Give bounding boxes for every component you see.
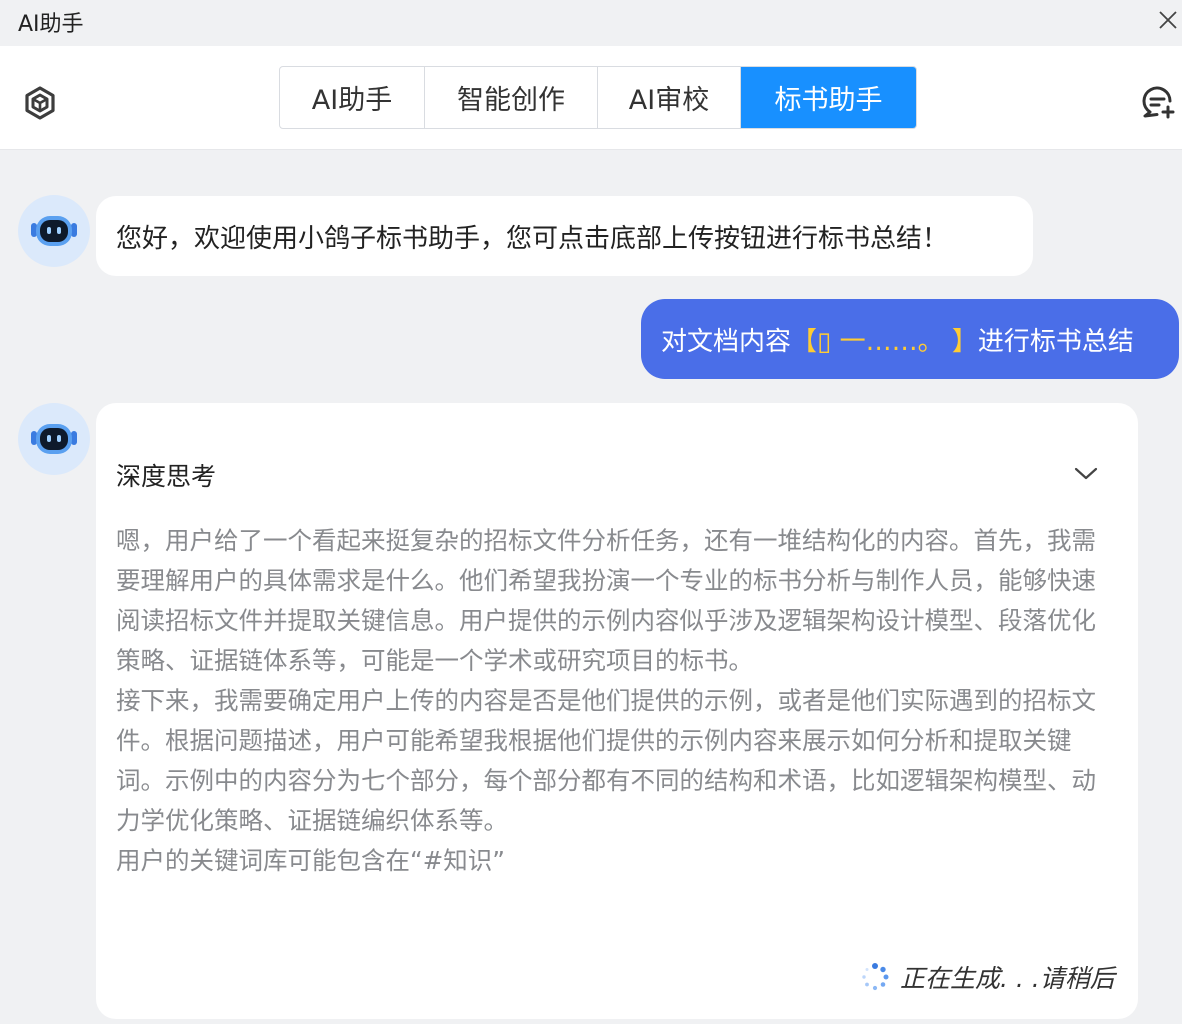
mode-tabs: AI助手 智能创作 AI审校 标书助手	[279, 66, 917, 129]
bot-avatar	[18, 403, 90, 475]
generating-status-text: 正在生成. . .请稍后	[900, 964, 1115, 993]
tab-ai-proofread[interactable]: AI审校	[598, 67, 741, 128]
new-chat-icon	[1142, 86, 1175, 119]
user-message: 对文档内容 【▯ 一……。 】 进行标书总结	[641, 299, 1179, 379]
robot-icon	[31, 424, 77, 454]
user-message-prefix: 对文档内容	[661, 326, 792, 357]
window-titlebar: AI助手	[0, 0, 1182, 46]
window-title: AI助手	[18, 12, 84, 37]
tab-bid-assistant[interactable]: 标书助手	[741, 67, 916, 128]
header-bar: AI助手 智能创作 AI审校 标书助手	[0, 46, 1182, 150]
deep-thinking-title: 深度思考	[116, 462, 217, 491]
new-chat-button[interactable]	[1138, 82, 1178, 122]
bot-avatar	[18, 195, 90, 267]
robot-icon	[31, 216, 77, 246]
tab-ai-assistant[interactable]: AI助手	[280, 67, 425, 128]
user-message-document: 【▯ 一……。 】	[791, 326, 978, 357]
chevron-down-icon	[1074, 467, 1098, 480]
collapse-thinking-button[interactable]	[1072, 461, 1100, 485]
bot-message-greeting: 您好，欢迎使用小鸽子标书助手，您可点击底部上传按钮进行标书总结！	[96, 196, 1033, 276]
thinking-paragraph: 嗯，用户给了一个看起来挺复杂的招标文件分析任务，还有一堆结构化的内容。首先，我需…	[116, 526, 1096, 675]
bot-message-response: 深度思考 嗯，用户给了一个看起来挺复杂的招标文件分析任务，还有一堆结构化的内容。…	[96, 403, 1138, 1019]
thinking-paragraph: 用户的关键词库可能包含在“#知识”	[116, 846, 505, 875]
tab-smart-creation[interactable]: 智能创作	[425, 67, 598, 128]
thinking-paragraph: 接下来，我需要确定用户上传的内容是否是他们提供的示例，或者是他们实际遇到的招标文…	[116, 686, 1096, 835]
greeting-text: 您好，欢迎使用小鸽子标书助手，您可点击底部上传按钮进行标书总结！	[116, 223, 949, 254]
cube-logo-icon	[20, 83, 60, 123]
close-button[interactable]	[1154, 6, 1182, 34]
close-icon	[1159, 11, 1177, 29]
thinking-content: 嗯，用户给了一个看起来挺复杂的招标文件分析任务，还有一堆结构化的内容。首先，我需…	[116, 521, 1111, 881]
spinner-icon	[862, 963, 889, 991]
generating-status: 正在生成. . .请稍后	[860, 959, 1115, 995]
user-message-suffix: 进行标书总结	[977, 326, 1134, 357]
